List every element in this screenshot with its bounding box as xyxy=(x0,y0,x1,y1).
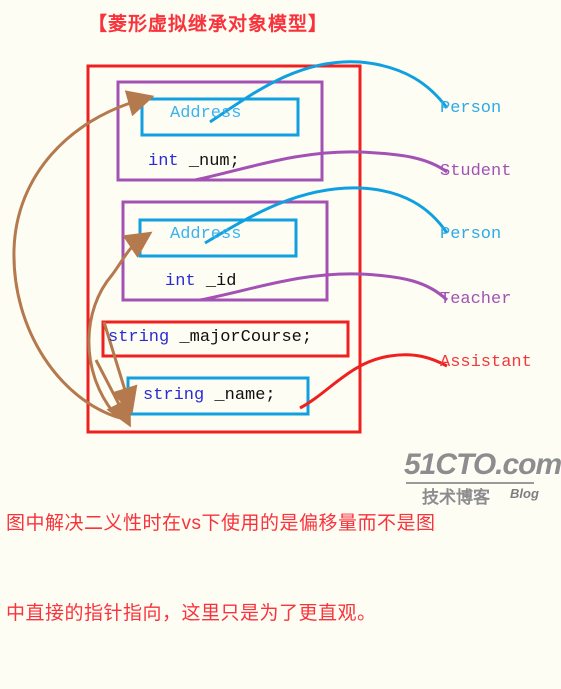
vbptr-arrow-to-address2 xyxy=(87,231,153,413)
class-label-teacher: Teacher xyxy=(440,290,512,309)
connector-group2-teacher xyxy=(199,272,449,302)
caption-line-1: 图中解决二义性时在vs下使用的是偏移量而不是图 xyxy=(6,513,436,534)
member-major-course: string _majorCourse; xyxy=(108,328,312,347)
class-label-person-1: Person xyxy=(440,99,502,118)
member-id-name: _id xyxy=(205,272,237,291)
connector-name-assistant xyxy=(299,353,448,410)
address-label-1: Address xyxy=(170,104,242,123)
diagram-canvas: 【菱形虚拟继承对象模型】 Address int _num; Address i… xyxy=(0,0,561,624)
connector-address1-person xyxy=(209,60,449,124)
member-name-type: string xyxy=(143,386,205,405)
member-name-name: _name; xyxy=(214,386,276,405)
diagram-vector-layer xyxy=(12,60,449,434)
caption-line-2: 中直接的指针指向，这里只是为了更直观。 xyxy=(6,603,377,624)
class-label-student: Student xyxy=(440,162,512,181)
member-id: int _id xyxy=(165,272,236,291)
vbptr-arrow-to-address1 xyxy=(12,90,155,420)
member-major-course-type: string xyxy=(108,328,170,347)
class-label-person-2: Person xyxy=(440,225,502,244)
member-id-type: int xyxy=(165,272,196,291)
class-label-assistant: Assistant xyxy=(440,353,532,372)
diagram-title: 【菱形虚拟继承对象模型】 xyxy=(88,14,329,35)
member-num: int _num; xyxy=(148,152,240,171)
member-name: string _name; xyxy=(143,386,276,405)
member-major-course-name: _majorCourse; xyxy=(179,328,313,347)
caption: 图中解决二义性时在vs下使用的是偏移量而不是图 中直接的指针指向，这里只是为了更… xyxy=(6,449,436,689)
member-num-name: _num; xyxy=(188,152,240,171)
address-label-2: Address xyxy=(170,225,242,244)
member-num-type: int xyxy=(148,152,179,171)
